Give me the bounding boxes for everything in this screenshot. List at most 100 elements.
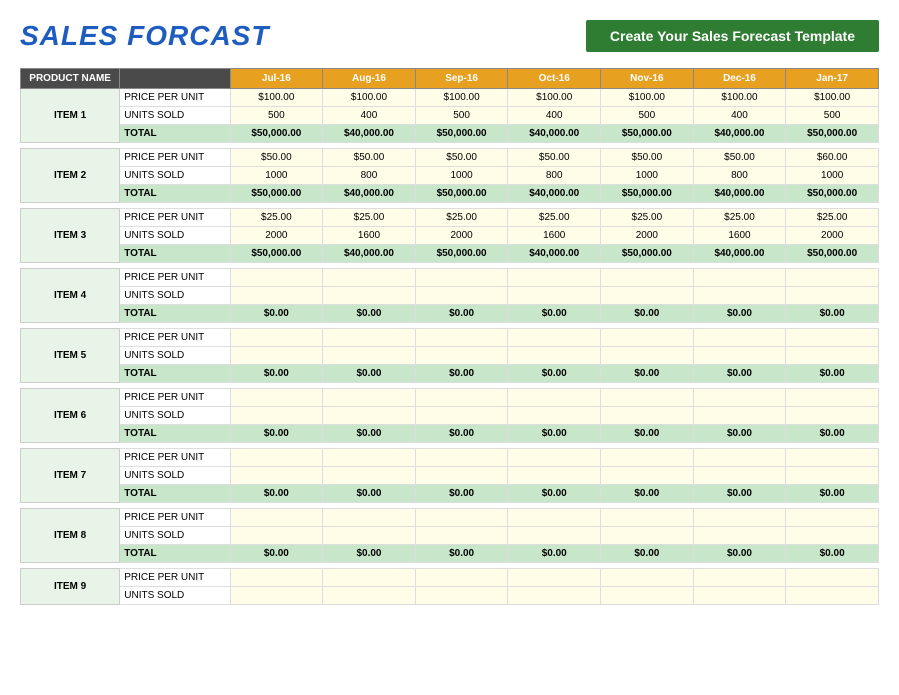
total-cell-3-0: $0.00 — [230, 305, 323, 323]
price-cell-7-4 — [601, 509, 694, 527]
item-label-0: ITEM 1 — [21, 89, 120, 143]
units-cell-7-5 — [693, 527, 786, 545]
price-cell-8-4 — [601, 569, 694, 587]
page-header: SALES FORCAST Create Your Sales Forecast… — [20, 20, 879, 52]
price-cell-7-1 — [323, 509, 416, 527]
price-cell-5-4 — [601, 389, 694, 407]
units-cell-6-5 — [693, 467, 786, 485]
price-label-6: PRICE PER UNIT — [120, 449, 230, 467]
col-header-aug16: Aug-16 — [323, 69, 416, 89]
total-cell-6-3: $0.00 — [508, 485, 601, 503]
price-cell-2-3: $25.00 — [508, 209, 601, 227]
sales-forecast-table: PRODUCT NAME Jul-16 Aug-16 Sep-16 Oct-16… — [20, 68, 879, 605]
price-cell-3-1 — [323, 269, 416, 287]
price-cell-6-1 — [323, 449, 416, 467]
units-cell-6-6 — [786, 467, 879, 485]
total-cell-3-5: $0.00 — [693, 305, 786, 323]
units-cell-1-4: 1000 — [601, 167, 694, 185]
price-cell-0-6: $100.00 — [786, 89, 879, 107]
units-cell-1-5: 800 — [693, 167, 786, 185]
units-cell-3-5 — [693, 287, 786, 305]
price-cell-0-5: $100.00 — [693, 89, 786, 107]
units-cell-1-6: 1000 — [786, 167, 879, 185]
total-cell-3-3: $0.00 — [508, 305, 601, 323]
units-cell-1-1: 800 — [323, 167, 416, 185]
units-cell-1-3: 800 — [508, 167, 601, 185]
total-cell-1-0: $50,000.00 — [230, 185, 323, 203]
total-cell-5-4: $0.00 — [601, 425, 694, 443]
total-cell-1-4: $50,000.00 — [601, 185, 694, 203]
item-label-1: ITEM 2 — [21, 149, 120, 203]
price-cell-1-2: $50.00 — [415, 149, 508, 167]
units-cell-8-2 — [415, 587, 508, 605]
price-cell-5-6 — [786, 389, 879, 407]
units-cell-7-3 — [508, 527, 601, 545]
price-cell-7-5 — [693, 509, 786, 527]
price-cell-1-1: $50.00 — [323, 149, 416, 167]
units-cell-2-2: 2000 — [415, 227, 508, 245]
units-cell-2-1: 1600 — [323, 227, 416, 245]
total-cell-6-5: $0.00 — [693, 485, 786, 503]
units-cell-3-0 — [230, 287, 323, 305]
total-cell-1-6: $50,000.00 — [786, 185, 879, 203]
units-cell-6-1 — [323, 467, 416, 485]
units-label-8: UNITS SOLD — [120, 587, 230, 605]
units-cell-6-0 — [230, 467, 323, 485]
units-cell-2-3: 1600 — [508, 227, 601, 245]
total-label-0: TOTAL — [120, 125, 230, 143]
col-header-nov16: Nov-16 — [601, 69, 694, 89]
item-label-7: ITEM 8 — [21, 509, 120, 563]
price-cell-6-2 — [415, 449, 508, 467]
total-cell-0-4: $50,000.00 — [601, 125, 694, 143]
total-cell-1-2: $50,000.00 — [415, 185, 508, 203]
total-cell-4-5: $0.00 — [693, 365, 786, 383]
units-cell-5-0 — [230, 407, 323, 425]
col-header-jan17: Jan-17 — [786, 69, 879, 89]
total-cell-0-2: $50,000.00 — [415, 125, 508, 143]
total-cell-4-0: $0.00 — [230, 365, 323, 383]
total-cell-7-6: $0.00 — [786, 545, 879, 563]
price-cell-6-6 — [786, 449, 879, 467]
price-cell-6-3 — [508, 449, 601, 467]
price-cell-7-2 — [415, 509, 508, 527]
units-cell-0-4: 500 — [601, 107, 694, 125]
units-cell-5-1 — [323, 407, 416, 425]
units-cell-7-4 — [601, 527, 694, 545]
price-cell-2-4: $25.00 — [601, 209, 694, 227]
units-cell-6-4 — [601, 467, 694, 485]
units-cell-4-3 — [508, 347, 601, 365]
units-cell-8-3 — [508, 587, 601, 605]
units-cell-0-3: 400 — [508, 107, 601, 125]
units-label-2: UNITS SOLD — [120, 227, 230, 245]
price-cell-4-6 — [786, 329, 879, 347]
units-cell-7-2 — [415, 527, 508, 545]
total-cell-3-2: $0.00 — [415, 305, 508, 323]
total-cell-4-3: $0.00 — [508, 365, 601, 383]
price-cell-1-0: $50.00 — [230, 149, 323, 167]
units-cell-6-2 — [415, 467, 508, 485]
total-cell-1-3: $40,000.00 — [508, 185, 601, 203]
price-cell-3-0 — [230, 269, 323, 287]
units-cell-4-4 — [601, 347, 694, 365]
total-cell-6-6: $0.00 — [786, 485, 879, 503]
item-label-4: ITEM 5 — [21, 329, 120, 383]
units-cell-7-6 — [786, 527, 879, 545]
total-cell-2-4: $50,000.00 — [601, 245, 694, 263]
units-cell-8-6 — [786, 587, 879, 605]
price-cell-0-3: $100.00 — [508, 89, 601, 107]
total-cell-5-1: $0.00 — [323, 425, 416, 443]
total-label-4: TOTAL — [120, 365, 230, 383]
total-label-2: TOTAL — [120, 245, 230, 263]
units-label-7: UNITS SOLD — [120, 527, 230, 545]
units-cell-8-4 — [601, 587, 694, 605]
units-cell-4-2 — [415, 347, 508, 365]
total-cell-0-1: $40,000.00 — [323, 125, 416, 143]
units-cell-2-0: 2000 — [230, 227, 323, 245]
price-cell-5-1 — [323, 389, 416, 407]
total-cell-0-5: $40,000.00 — [693, 125, 786, 143]
units-cell-8-1 — [323, 587, 416, 605]
col-header-jul16: Jul-16 — [230, 69, 323, 89]
price-cell-8-0 — [230, 569, 323, 587]
price-cell-3-2 — [415, 269, 508, 287]
total-cell-4-4: $0.00 — [601, 365, 694, 383]
